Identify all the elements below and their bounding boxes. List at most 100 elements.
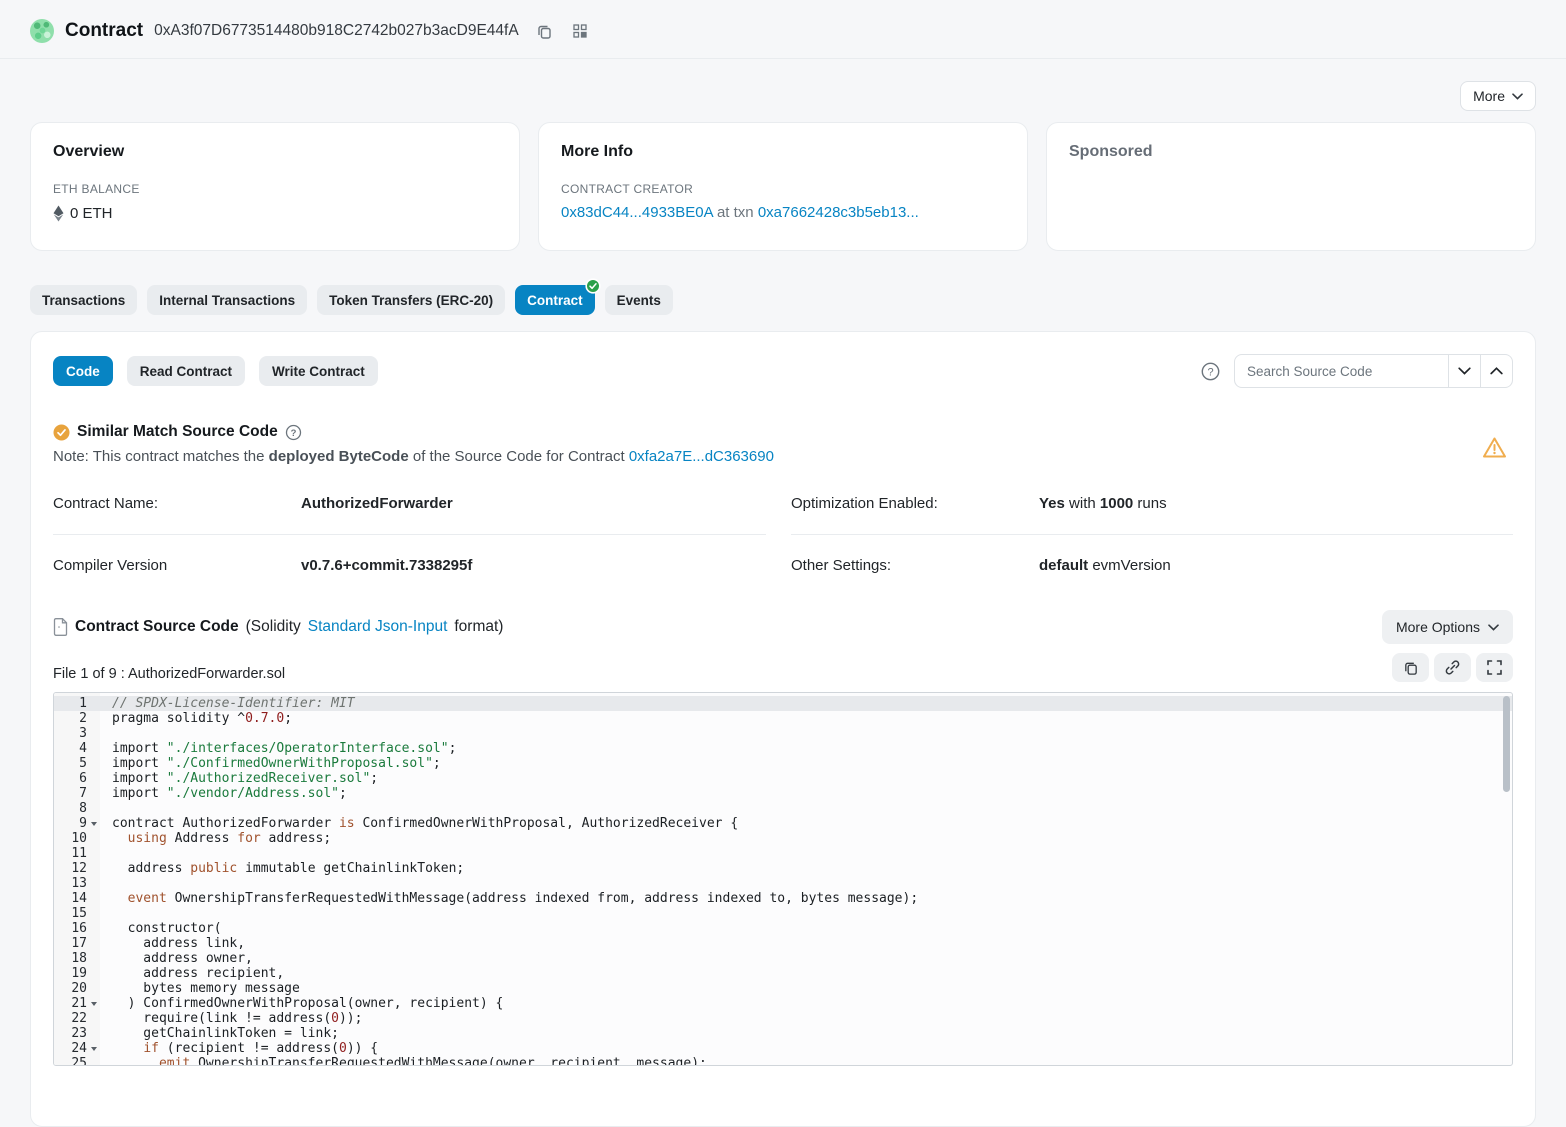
document-icon	[53, 618, 68, 636]
metadata-left-column: Contract Name:AuthorizedForwarderCompile…	[53, 495, 766, 574]
subtab-write-contract[interactable]: Write Contract	[259, 356, 378, 386]
code-text: import "./ConfirmedOwnerWithProposal.sol…	[100, 756, 441, 771]
line-number: 9	[54, 816, 100, 831]
search-area: ?	[1200, 354, 1513, 388]
code-text: event OwnershipTransferRequestedWithMess…	[100, 891, 918, 906]
source-code-editor[interactable]: 1// SPDX-License-Identifier: MIT2pragma …	[53, 692, 1513, 1066]
editor-scrollbar-thumb[interactable]	[1503, 696, 1510, 792]
contract-panel: Code Read Contract Write Contract ?	[30, 331, 1536, 1127]
code-text: constructor(	[100, 921, 222, 936]
tab-events[interactable]: Events	[605, 285, 673, 315]
line-number: 8	[54, 801, 100, 816]
code-line: 25 emit OwnershipTransferRequestedWithMe…	[54, 1056, 1512, 1066]
qr-grid-icon	[572, 23, 588, 39]
similar-match-title: Similar Match Source Code	[77, 423, 278, 441]
more-options-button[interactable]: More Options	[1382, 610, 1513, 644]
line-number: 22	[54, 1011, 100, 1026]
code-line: 18 address owner,	[54, 951, 1512, 966]
code-line: 2pragma solidity ^0.7.0;	[54, 711, 1512, 726]
warning-triangle-icon[interactable]	[1482, 436, 1507, 459]
code-text: pragma solidity ^0.7.0;	[100, 711, 292, 726]
json-input-link[interactable]: Standard Json-Input	[308, 618, 448, 636]
page-header: Contract 0xA3f07D6773514480b918C2742b027…	[0, 0, 1566, 59]
subtab-read-contract[interactable]: Read Contract	[127, 356, 245, 386]
line-number: 6	[54, 771, 100, 786]
page-title: Contract	[65, 20, 143, 42]
line-number: 11	[54, 846, 100, 861]
fold-toggle-icon[interactable]	[91, 1047, 97, 1051]
code-line: 4import "./interfaces/OperatorInterface.…	[54, 741, 1512, 756]
ethereum-icon	[53, 205, 64, 222]
fullscreen-button[interactable]	[1476, 653, 1513, 682]
meta-value: Yes with 1000 runs	[1039, 495, 1167, 512]
code-text: emit OwnershipTransferRequestedWithMessa…	[100, 1056, 707, 1066]
fold-toggle-icon[interactable]	[91, 822, 97, 826]
code-text: getChainlinkToken = link;	[100, 1026, 339, 1041]
line-number: 19	[54, 966, 100, 981]
tab-contract[interactable]: Contract	[515, 285, 595, 315]
help-icon[interactable]: ?	[1200, 361, 1221, 382]
subtab-code[interactable]: Code	[53, 356, 113, 386]
chevron-down-icon	[1458, 367, 1471, 375]
help-icon[interactable]: ?	[285, 424, 302, 441]
meta-row-optimization-enabled: Optimization Enabled:Yes with 1000 runs	[791, 495, 1513, 535]
qr-code-button[interactable]	[570, 21, 590, 41]
fold-toggle-icon[interactable]	[91, 1002, 97, 1006]
search-next-button[interactable]	[1449, 354, 1481, 388]
line-number: 3	[54, 726, 100, 741]
more-options-label: More Options	[1396, 619, 1480, 635]
creator-join-text: at txn	[713, 204, 758, 221]
eth-balance-line: 0 ETH	[53, 205, 497, 222]
meta-label: Compiler Version	[53, 557, 301, 574]
tab-label: Contract	[527, 293, 583, 308]
code-line: 17 address link,	[54, 936, 1512, 951]
note-prefix: Note: This contract matches the	[53, 448, 269, 465]
code-line: 5import "./ConfirmedOwnerWithProposal.so…	[54, 756, 1512, 771]
search-source-group	[1234, 354, 1513, 388]
source-code-header: Contract Source Code (Solidity Standard …	[53, 610, 1513, 644]
source-code-title: Contract Source Code	[75, 618, 239, 636]
code-line: 1// SPDX-License-Identifier: MIT	[54, 696, 1512, 711]
line-number: 4	[54, 741, 100, 756]
code-text: address public immutable getChainlinkTok…	[100, 861, 464, 876]
creator-address-link[interactable]: 0x83dC44...4933BE0A	[561, 204, 713, 221]
more-info-card-title: More Info	[561, 143, 1005, 161]
chevron-up-icon	[1490, 367, 1503, 375]
subtab-label: Code	[66, 364, 100, 379]
sponsored-card: Sponsored	[1046, 122, 1536, 251]
meta-value: v0.7.6+commit.7338295f	[301, 557, 472, 574]
tab-internal-transactions[interactable]: Internal Transactions	[147, 285, 307, 315]
copy-source-button[interactable]	[1392, 653, 1429, 682]
line-number: 2	[54, 711, 100, 726]
search-source-input[interactable]	[1234, 354, 1449, 388]
tab-transactions[interactable]: Transactions	[30, 285, 137, 315]
eth-balance-value: 0 ETH	[70, 205, 113, 222]
tab-label: Transactions	[42, 293, 125, 308]
code-text: using Address for address;	[100, 831, 331, 846]
search-prev-button[interactable]	[1481, 354, 1513, 388]
summary-cards: Overview ETH BALANCE 0 ETH More Info CON…	[30, 122, 1536, 251]
matched-contract-link[interactable]: 0xfa2a7E...dC363690	[629, 448, 774, 465]
creator-txn-link[interactable]: 0xa7662428c3b5eb13...	[758, 204, 919, 221]
file-row: File 1 of 9 : AuthorizedForwarder.sol	[53, 653, 1513, 682]
meta-value: default evmVersion	[1039, 557, 1171, 574]
code-text: import "./AuthorizedReceiver.sol";	[100, 771, 378, 786]
code-subtabs: Code Read Contract Write Contract	[53, 356, 378, 386]
copy-address-button[interactable]	[534, 21, 555, 42]
chevron-down-icon	[1512, 93, 1523, 100]
code-line: 3	[54, 726, 1512, 741]
code-line: 21 ) ConfirmedOwnerWithProposal(owner, r…	[54, 996, 1512, 1011]
line-number: 16	[54, 921, 100, 936]
more-dropdown-button[interactable]: More	[1460, 81, 1536, 111]
more-row: More	[30, 81, 1536, 111]
code-text: address link,	[100, 936, 245, 951]
tab-token-transfers-erc-20[interactable]: Token Transfers (ERC-20)	[317, 285, 505, 315]
subtab-label: Write Contract	[272, 364, 365, 379]
tab-label: Events	[617, 293, 661, 308]
code-text: ) ConfirmedOwnerWithProposal(owner, reci…	[100, 996, 503, 1011]
chevron-down-icon	[1488, 624, 1499, 631]
line-number: 25	[54, 1056, 100, 1066]
permalink-button[interactable]	[1434, 653, 1471, 682]
overview-card-title: Overview	[53, 143, 497, 161]
meta-label: Optimization Enabled:	[791, 495, 1039, 512]
